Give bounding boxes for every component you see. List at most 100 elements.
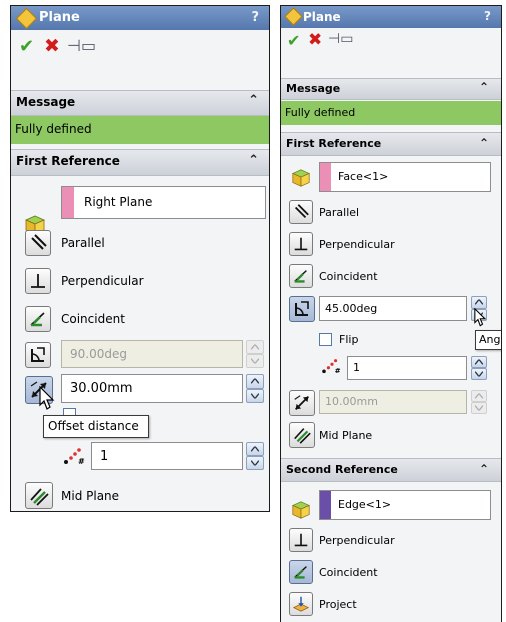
first-reference-label: First Reference [286, 137, 382, 150]
parallel-icon [294, 204, 309, 219]
reference-cube-icon [291, 169, 311, 187]
collapse-chevron-icon[interactable]: ⌃ [479, 136, 489, 150]
second-coincident-label: Coincident [319, 566, 378, 579]
number-of-planes-input[interactable]: 1 [347, 356, 467, 380]
coincident-button[interactable] [289, 264, 313, 288]
spin-up-button[interactable] [471, 390, 487, 402]
second-perpendicular-label: Perpendicular [319, 534, 395, 547]
reference-value: Face<1> [338, 170, 389, 183]
offset-distance-value: 30.00mm [70, 381, 133, 396]
number-spinner[interactable] [246, 442, 264, 470]
spin-down-button[interactable] [246, 456, 264, 470]
plane-feature-icon [15, 7, 38, 30]
parallel-label: Parallel [319, 206, 360, 219]
plane-property-manager-left: Plane ? ✔ ✖ ⊣▭ Message ⌃ Fully defined F… [10, 5, 270, 512]
spin-down-button[interactable] [246, 354, 264, 368]
collapse-chevron-icon[interactable]: ⌃ [248, 93, 259, 108]
svg-text:#: # [335, 366, 341, 374]
angle-value: 90.00deg [70, 347, 127, 361]
spin-up-button[interactable] [471, 356, 487, 368]
angle-icon [31, 347, 45, 362]
tooltip: Offset distance [43, 415, 149, 438]
offset-distance-input[interactable]: 10.00mm [319, 390, 467, 414]
parallel-button[interactable] [25, 230, 51, 256]
second-reference-label: Second Reference [286, 463, 398, 476]
reference-color-swatch [320, 163, 331, 191]
panel-title: Plane [303, 10, 341, 24]
spin-down-button[interactable] [471, 368, 487, 380]
cancel-x-icon[interactable]: ✖ [44, 35, 60, 57]
perpendicular-button[interactable] [289, 232, 313, 256]
ok-check-icon[interactable]: ✔ [19, 36, 34, 57]
plane-feature-icon [284, 7, 303, 26]
project-icon [292, 596, 310, 612]
angle-button[interactable] [25, 342, 51, 368]
offset-distance-input[interactable]: 30.00mm [61, 374, 243, 403]
second-reference-header[interactable]: Second Reference ⌃ [281, 458, 501, 482]
reference-color-swatch [62, 187, 74, 218]
cancel-x-icon[interactable]: ✖ [308, 30, 322, 50]
offset-distance-icon [294, 395, 310, 411]
action-toolbar: ✔ ✖ ⊣▭ [11, 34, 269, 62]
angle-button[interactable] [289, 296, 315, 322]
mid-plane-icon [30, 487, 49, 506]
flip-checkbox[interactable] [319, 333, 332, 346]
spin-down-button[interactable] [471, 402, 487, 414]
angle-input[interactable]: 45.00deg [319, 296, 467, 321]
spin-up-button[interactable] [246, 374, 264, 389]
spin-up-button[interactable] [246, 340, 264, 354]
pushpin-icon[interactable]: ⊣▭ [328, 31, 353, 47]
first-reference-header[interactable]: First Reference ⌃ [11, 149, 269, 176]
coincident-button[interactable] [25, 306, 51, 332]
message-box: Fully defined [281, 101, 501, 125]
flip-label: Flip [339, 333, 359, 346]
reference-selection-box[interactable]: Right Plane [61, 186, 266, 219]
project-label: Project [319, 598, 357, 611]
first-reference-header[interactable]: First Reference ⌃ [281, 132, 501, 156]
collapse-chevron-icon[interactable]: ⌃ [248, 153, 259, 168]
offset-distance-button[interactable] [289, 390, 315, 416]
parallel-icon [31, 234, 47, 250]
message-section-header[interactable]: Message ⌃ [281, 78, 501, 100]
perpendicular-label: Perpendicular [61, 274, 144, 288]
second-coincident-button[interactable] [289, 560, 313, 584]
offset-spinner[interactable] [246, 374, 264, 403]
spin-up-button[interactable] [471, 296, 487, 309]
mid-plane-button[interactable] [25, 482, 53, 509]
angle-spinner[interactable] [246, 340, 264, 368]
parallel-button[interactable] [289, 200, 313, 224]
reference-selection-box[interactable]: Face<1> [319, 162, 491, 192]
pushpin-icon[interactable]: ⊣▭ [67, 36, 96, 55]
perpendicular-icon [294, 237, 308, 251]
collapse-chevron-icon[interactable]: ⌃ [479, 80, 489, 94]
coincident-label: Coincident [61, 312, 125, 326]
spin-down-button[interactable] [246, 388, 264, 403]
second-reference-selection-box[interactable]: Edge<1> [319, 490, 491, 520]
mid-plane-button[interactable] [289, 422, 315, 448]
coincident-icon [294, 270, 307, 283]
ok-check-icon[interactable]: ✔ [287, 31, 300, 50]
message-section-header[interactable]: Message ⌃ [11, 90, 269, 116]
offset-spinner[interactable] [471, 390, 487, 414]
help-button[interactable]: ? [251, 10, 259, 25]
collapse-chevron-icon[interactable]: ⌃ [479, 462, 489, 476]
perpendicular-icon [294, 533, 308, 547]
mid-plane-label: Mid Plane [319, 429, 373, 442]
help-button[interactable]: ? [484, 9, 491, 23]
first-reference-label: First Reference [16, 154, 120, 168]
mid-plane-icon [294, 428, 311, 444]
angle-input[interactable]: 90.00deg [61, 340, 243, 368]
number-of-planes-input[interactable]: 1 [91, 442, 243, 470]
title-bar: Plane ? [11, 6, 269, 30]
title-bar: Plane ? [281, 6, 501, 28]
mouse-pointer-icon [474, 308, 487, 327]
second-perpendicular-button[interactable] [289, 528, 313, 552]
coincident-icon [294, 566, 307, 579]
project-button[interactable] [289, 592, 313, 616]
message-text: Fully defined [285, 106, 356, 119]
perpendicular-button[interactable] [25, 268, 51, 294]
message-box: Fully defined [11, 116, 269, 144]
number-spinner[interactable] [471, 356, 487, 380]
second-reference-color-swatch [320, 491, 331, 519]
spin-up-button[interactable] [246, 442, 264, 456]
